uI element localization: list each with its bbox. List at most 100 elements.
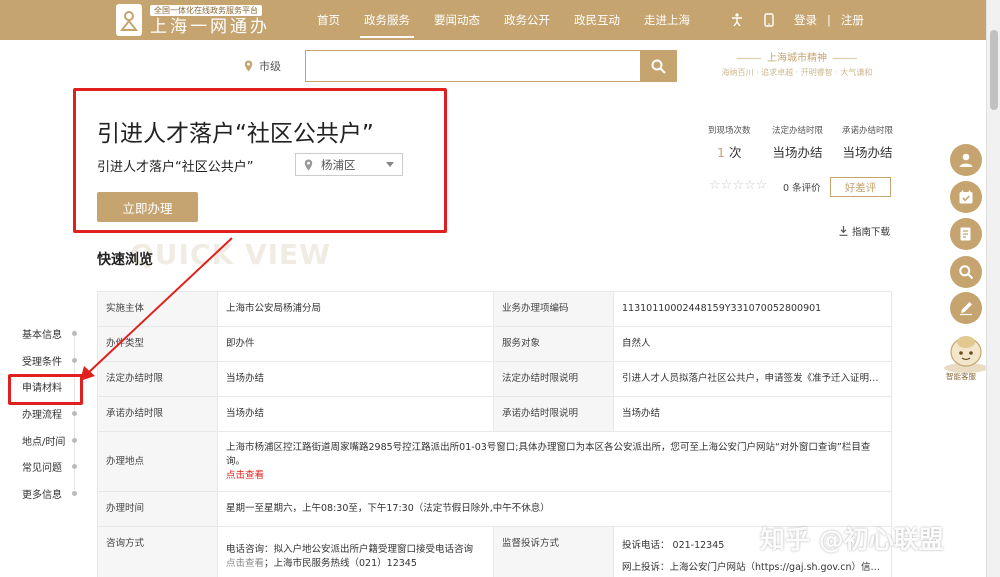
table-label: 承诺办结时限 <box>97 396 218 432</box>
logo-emblem-icon <box>116 4 142 36</box>
stat-visits-value: 1次 <box>708 142 751 161</box>
nav-interaction[interactable]: 政民互动 <box>562 0 632 40</box>
stat-promise-label: 承诺办结时限 <box>842 126 894 136</box>
city-spirit-banner: 上海城市精神 海纳百川 · 追求卓越 · 开明睿智 · 大气谦和 <box>712 52 882 84</box>
consult-phone-text: 电话咨询：拟入户地公安派出所户籍受理窗口接受电话咨询 <box>226 543 474 555</box>
table-label: 业务办理项编码 <box>493 291 614 327</box>
table-value: 当场办结 <box>217 361 494 397</box>
table-label: 服务对象 <box>493 326 614 362</box>
anchor-label: 更多信息 <box>22 489 62 501</box>
page-scrollbar[interactable] <box>986 0 1000 577</box>
anchor-dot <box>72 491 77 497</box>
anchor-basic-info[interactable]: 基本信息 <box>0 320 92 347</box>
feedback-button[interactable] <box>950 292 982 324</box>
star-icon: ☆ <box>709 178 721 193</box>
location-pin-icon <box>304 159 313 170</box>
table-value: 自然人 <box>613 326 892 362</box>
anchor-faq[interactable]: 常见问题 <box>0 453 92 480</box>
nav-government-services[interactable]: 政务服务 <box>352 0 422 40</box>
guide-download-label: 指南下载 <box>852 227 891 238</box>
nav-about-shanghai[interactable]: 走进上海 <box>632 0 702 40</box>
anchor-dot <box>72 357 77 363</box>
table-value: 即办件 <box>217 326 494 362</box>
register-link[interactable]: 注册 <box>841 12 864 28</box>
login-link[interactable]: 登录 <box>794 12 817 28</box>
stat-visits-unit: 次 <box>728 145 742 160</box>
site-logo[interactable]: 全国一体化在线政务服务平台 上海一网通办 <box>116 4 276 36</box>
source-watermark: 知乎 @初心联盟 <box>760 525 944 554</box>
service-title: 引进人才落户“社区公共户” <box>97 121 374 147</box>
apply-now-button[interactable]: 立即办理 <box>97 192 198 222</box>
district-select[interactable]: 杨浦区 <box>295 153 403 176</box>
anchor-more-info[interactable]: 更多信息 <box>0 480 92 507</box>
scrollbar-thumb[interactable] <box>990 30 998 110</box>
stat-promise-time: 承诺办结时限 当场办结 <box>842 124 893 161</box>
login-separator: | <box>827 13 831 27</box>
stat-visits-label: 到现场次数 <box>708 126 751 136</box>
download-icon <box>839 226 848 236</box>
chevron-down-icon <box>386 162 394 167</box>
calendar-check-icon <box>959 190 973 204</box>
location-view-link[interactable]: 点击查看 <box>226 470 264 481</box>
top-navigation-bar: 全国一体化在线政务服务平台 上海一网通办 首页 政务服务 要闻动态 政务公开 政… <box>0 0 1000 40</box>
section-anchor-nav: 基本信息 受理条件 申请材料 办理流程 地点/时间 常见问题 更多信息 <box>0 320 92 507</box>
location-pin-icon <box>244 60 253 72</box>
search-float-button[interactable] <box>950 256 982 288</box>
nav-news[interactable]: 要闻动态 <box>422 0 492 40</box>
stat-legal-label: 法定办结时限 <box>772 126 824 136</box>
search-input[interactable] <box>306 51 641 81</box>
anchor-process[interactable]: 办理流程 <box>0 400 92 427</box>
star-icon: ☆ <box>755 178 768 193</box>
anchor-materials[interactable]: 申请材料 <box>0 373 92 406</box>
anchor-label: 申请材料 <box>22 383 62 395</box>
stat-legal-time: 法定办结时限 当场办结 <box>772 124 823 161</box>
star-icon: ☆ <box>743 178 756 193</box>
mobile-icon[interactable] <box>762 13 776 27</box>
star-icon: ☆ <box>720 178 733 193</box>
anchor-conditions[interactable]: 受理条件 <box>0 347 92 374</box>
city-spirit-motto: 海纳百川 · 追求卓越 · 开明睿智 · 大气谦和 <box>721 68 873 77</box>
search-icon <box>959 265 974 280</box>
stat-legal-value: 当场办结 <box>772 145 823 160</box>
table-row: 办件类型 即办件 服务对象 自然人 <box>97 326 892 362</box>
region-selector[interactable]: 市级 <box>244 58 281 74</box>
accessibility-icon[interactable] <box>730 13 744 27</box>
table-row: 法定办结时限 当场办结 法定办结时限说明 引进人才人员拟落户社区公共户，申请签发… <box>97 361 892 397</box>
logo-title: 上海一网通办 <box>150 17 270 37</box>
logo-subtitle: 全国一体化在线政务服务平台 <box>150 5 262 16</box>
nav-home[interactable]: 首页 <box>305 0 352 40</box>
search-box <box>305 50 641 82</box>
quick-view-background-text: QUICK VIEW <box>130 238 332 271</box>
quick-view-title: 快速浏览 <box>97 252 153 268</box>
user-center-button[interactable] <box>950 144 982 176</box>
location-text: 上海市杨浦区控江路街道周家嘴路2985号控江路派出所01-03号窗口;具体办理窗… <box>226 441 871 467</box>
stat-visits: 到现场次数 1次 <box>708 124 751 161</box>
anchor-dot <box>72 437 77 443</box>
anchor-dot <box>72 331 77 336</box>
pen-icon <box>960 302 972 316</box>
district-value: 杨浦区 <box>321 157 356 172</box>
guide-download-link[interactable]: 指南下载 <box>839 224 890 238</box>
service-subtitle: 引进人才落户“社区公共户” <box>97 160 254 175</box>
anchor-location-time[interactable]: 地点/时间 <box>0 427 92 454</box>
form-button[interactable] <box>950 218 982 250</box>
table-label: 实施主体 <box>97 291 218 327</box>
complaint-online: 网上投诉：上海公安门户网站（https://gaj.sh.gov.cn）信访信 <box>622 561 883 573</box>
top-right-actions: 登录 | 注册 <box>730 0 864 40</box>
good-bad-review-button[interactable]: 好差评 <box>830 177 891 197</box>
table-value: 上海市杨浦区控江路街道周家嘴路2985号控江路派出所01-03号窗口;具体办理窗… <box>217 431 892 492</box>
consult-view-link[interactable]: 点击查看 <box>226 558 264 569</box>
rating-stars[interactable]: ☆ ☆ ☆ ☆ ☆ <box>709 179 767 193</box>
anchor-label: 办理流程 <box>22 409 62 421</box>
user-icon <box>959 153 973 167</box>
nav-public-affairs[interactable]: 政务公开 <box>492 0 562 40</box>
stat-visits-number: 1 <box>717 145 725 160</box>
table-row: 实施主体 上海市公安局杨浦分局 业务办理项编码 1131011000244815… <box>97 291 892 327</box>
appointment-button[interactable] <box>950 181 982 213</box>
table-label: 监督投诉方式 <box>493 526 614 577</box>
table-label: 办理地点 <box>97 431 218 492</box>
smart-assistant-label: 智能客服 <box>946 372 976 381</box>
anchor-label: 受理条件 <box>22 356 62 368</box>
search-button[interactable] <box>640 50 677 82</box>
table-value: 上海市公安局杨浦分局 <box>217 291 494 327</box>
